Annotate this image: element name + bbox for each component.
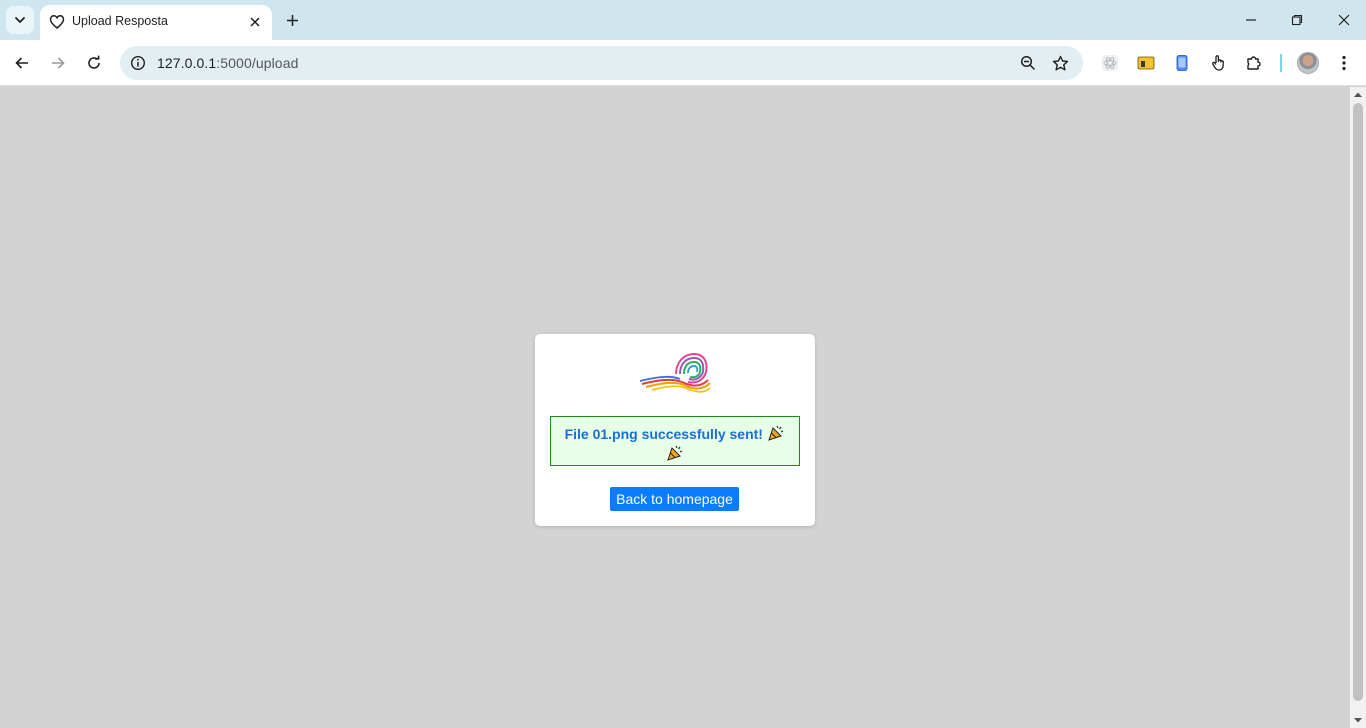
minimize-button[interactable] — [1237, 8, 1265, 32]
restore-button[interactable] — [1283, 8, 1311, 32]
url-text[interactable]: 127.0.0.1:5000/upload — [157, 55, 298, 71]
back-nav-button[interactable] — [8, 49, 36, 77]
tab-search-button[interactable] — [6, 6, 34, 34]
minimize-icon — [1246, 19, 1256, 21]
extension-react-button[interactable] — [1098, 51, 1122, 75]
browser-menu-button[interactable] — [1332, 51, 1356, 75]
plus-icon — [286, 14, 298, 26]
zoom-button[interactable] — [1017, 52, 1039, 74]
puzzle-icon — [1247, 56, 1261, 70]
address-bar[interactable]: 127.0.0.1:5000/upload — [120, 46, 1083, 80]
arrow-right-icon — [52, 57, 65, 69]
chevron-down-icon — [15, 17, 25, 23]
forward-nav-button[interactable] — [44, 49, 72, 77]
bookmark-button[interactable] — [1049, 52, 1071, 74]
react-icon — [1102, 55, 1118, 71]
url-path: :5000/upload — [216, 55, 299, 71]
party-popper-icon — [768, 425, 784, 441]
hand-pointer-icon — [1212, 55, 1224, 71]
scrollbar-thumb[interactable] — [1353, 103, 1363, 701]
rainbow-wave-logo — [639, 352, 711, 393]
party-popper-icon — [667, 445, 683, 461]
profile-avatar[interactable] — [1297, 52, 1319, 74]
folder-extension-icon — [1137, 56, 1155, 70]
site-info-button[interactable] — [127, 52, 149, 74]
extension-phone-button[interactable] — [1170, 51, 1194, 75]
extension-folder-button[interactable] — [1134, 51, 1158, 75]
upload-result-card: File 01.png successfully sent! Back to h… — [535, 334, 815, 526]
restore-icon — [1291, 14, 1303, 26]
tab-upload-resposta[interactable]: Upload Resposta — [40, 5, 272, 40]
success-message-text: File 01.png successfully sent! — [564, 426, 763, 442]
heart-outline-icon — [49, 15, 65, 29]
new-tab-button[interactable] — [282, 10, 302, 30]
tab-close-button[interactable] — [246, 13, 264, 31]
vertical-scrollbar[interactable] — [1350, 87, 1366, 728]
tab-title: Upload Resposta — [72, 14, 168, 28]
close-window-button[interactable] — [1330, 8, 1358, 32]
close-icon — [250, 17, 260, 27]
browser-toolbar: 127.0.0.1:5000/upload — [0, 40, 1366, 86]
close-icon — [1338, 14, 1350, 26]
zoom-out-icon — [1020, 55, 1036, 71]
reload-icon — [88, 55, 100, 69]
info-icon — [130, 55, 146, 71]
toolbar-separator — [1280, 54, 1282, 72]
extensions-menu-button[interactable] — [1242, 51, 1266, 75]
scroll-up-arrow-icon[interactable] — [1354, 91, 1362, 99]
back-to-homepage-button[interactable]: Back to homepage — [610, 487, 739, 511]
success-message-box: File 01.png successfully sent! — [550, 416, 800, 466]
reload-button[interactable] — [80, 49, 108, 77]
phone-extension-icon — [1176, 55, 1188, 71]
more-vertical-icon — [1342, 55, 1346, 71]
arrow-left-icon — [15, 57, 28, 69]
extension-hand-button[interactable] — [1206, 51, 1230, 75]
tab-bar: Upload Resposta — [0, 0, 1366, 40]
star-icon — [1052, 55, 1068, 70]
url-host: 127.0.0.1 — [157, 55, 217, 71]
scroll-down-arrow-icon[interactable] — [1354, 716, 1362, 724]
